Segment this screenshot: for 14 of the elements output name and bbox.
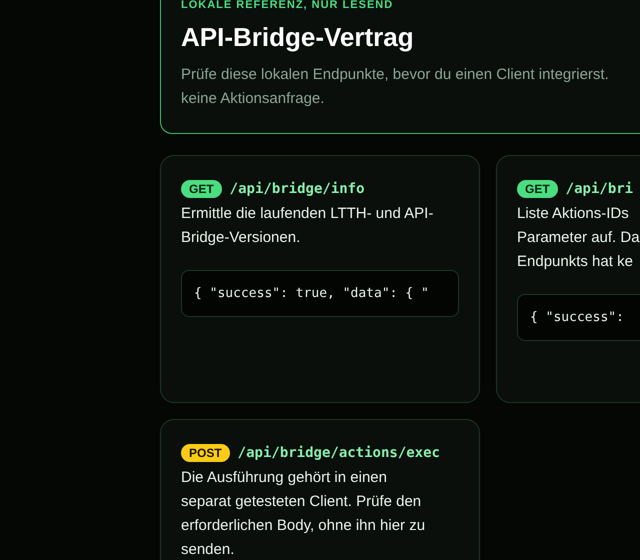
endpoint-path: /api/bridge/actions/exec [238,445,440,461]
endpoint-description: Ermittle die laufenden LTTH- und API- Bridge-Versionen. [181,204,434,248]
endpoint-path: /api/bri [566,181,634,197]
endpoint-description: Liste Aktions-IDs Parameter auf. Da Endpunkts hat ke [517,204,640,272]
eyebrow-label: LOKALE REFERENZ, NUR LESEND [181,0,394,12]
page-title: API-Bridge-Vertrag [181,22,415,53]
header-description: Prüfe diese lokalen Endpunkte, bevor du einen Client integrierst. keine Aktionsanfrage. [181,65,610,109]
endpoint-description: Die Ausführung gehört in einen separat getesteten Client. Prüfe den erforderlichen Body, ohne ihn hier zu senden. [181,468,426,560]
code-example: { "success": true, "data": { " [181,270,459,317]
code-example: { "success": [517,294,640,341]
method-badge: GET [181,180,222,198]
endpoint-path: /api/bridge/info [230,181,365,197]
method-badge: GET [517,180,558,198]
method-badge: POST [181,444,230,462]
